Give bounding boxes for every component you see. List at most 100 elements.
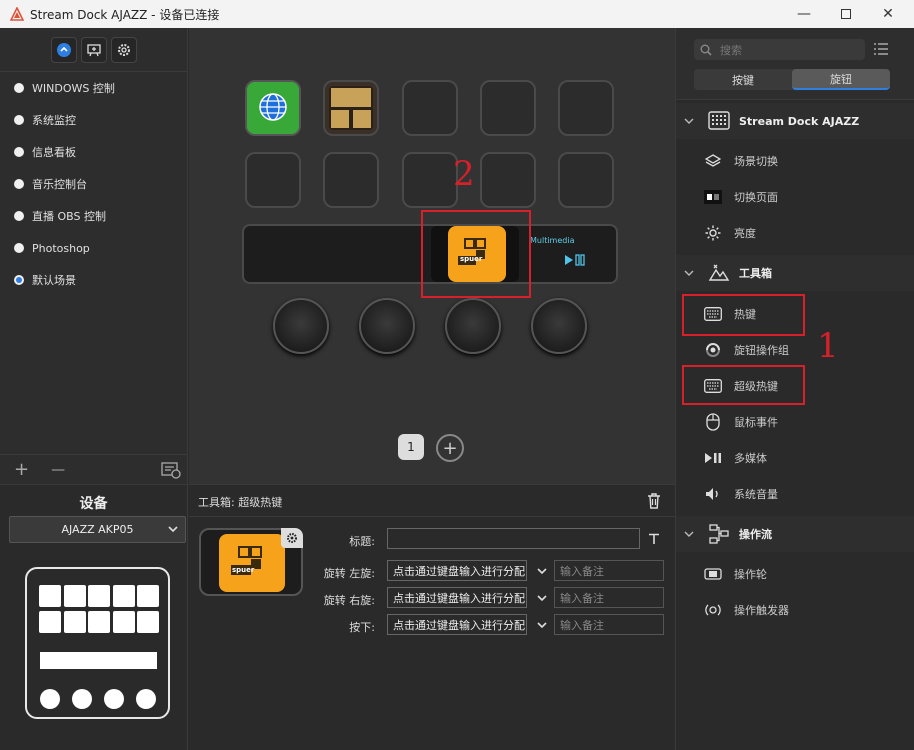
- scene-panel: WINDOWS 控制系统监控 信息看板 音乐控制台直播 OBS 控制 Photosho…: [0, 28, 188, 484]
- close-button[interactable]: ✕: [866, 0, 910, 28]
- rotate-left-note[interactable]: 输入备注: [554, 560, 664, 581]
- rotate-right-note[interactable]: 输入备注: [554, 587, 664, 608]
- scene-item[interactable]: 音乐控制台: [0, 168, 187, 200]
- action-settings-button[interactable]: [281, 528, 303, 548]
- scene-item[interactable]: WINDOWS 控制: [0, 72, 187, 104]
- add-scene-button[interactable]: +: [14, 459, 29, 480]
- action-label: 多媒体: [734, 452, 767, 465]
- device-preview-key: [39, 611, 61, 633]
- device-preview-key: [88, 611, 110, 633]
- trash-icon[interactable]: [647, 493, 661, 509]
- knob-3[interactable]: [445, 298, 501, 354]
- key-slot-1[interactable]: [245, 80, 301, 136]
- chevron-down-icon: [168, 526, 178, 533]
- scene-radio[interactable]: [14, 211, 24, 221]
- layout-icon: [329, 86, 373, 130]
- key-slot-9[interactable]: [480, 152, 536, 208]
- remove-scene-button[interactable]: —: [51, 462, 65, 478]
- press-label: 按下:: [349, 621, 375, 634]
- scene-radio[interactable]: [14, 243, 24, 253]
- scene-item[interactable]: 信息看板: [0, 136, 187, 168]
- key-slot-10[interactable]: [558, 152, 614, 208]
- action-knob-group[interactable]: 旋钮操作组: [676, 332, 914, 368]
- device-preview-knob: [104, 689, 124, 709]
- action-multimedia[interactable]: 多媒体: [676, 440, 914, 476]
- key-slot-8[interactable]: [402, 152, 458, 208]
- action-preview-image: spuer: [219, 534, 285, 592]
- action-scene-switch[interactable]: 场景切换: [676, 143, 914, 179]
- device-preview-key: [112, 611, 135, 633]
- action-operation-wheel[interactable]: 操作轮: [676, 556, 914, 592]
- tab-keys[interactable]: 按键: [694, 69, 792, 90]
- chevron-down-icon[interactable]: [536, 619, 548, 631]
- add-page-button[interactable]: +: [436, 434, 464, 462]
- category-operation-flow[interactable]: 操作流: [676, 516, 914, 552]
- title-input[interactable]: [387, 528, 640, 549]
- action-brightness[interactable]: 亮度: [676, 215, 914, 251]
- knob-4[interactable]: [531, 298, 587, 354]
- text-format-icon[interactable]: [648, 533, 660, 545]
- annotation-box-1a: [682, 294, 805, 336]
- scene-item[interactable]: 直播 OBS 控制: [0, 200, 187, 232]
- globe-icon: [247, 82, 299, 134]
- page-switch-icon: [704, 190, 722, 204]
- device-select[interactable]: AJAZZ AKP05: [9, 516, 186, 543]
- action-system-volume[interactable]: 系统音量: [676, 476, 914, 512]
- rotate-left-hotkey[interactable]: 点击通过键盘输入进行分配: [387, 560, 527, 581]
- search-input[interactable]: 搜索: [694, 39, 865, 60]
- list-view-icon[interactable]: [874, 43, 888, 55]
- knob-1[interactable]: [273, 298, 329, 354]
- press-hotkey[interactable]: 点击通过键盘输入进行分配: [387, 614, 527, 635]
- key-slot-4[interactable]: [480, 80, 536, 136]
- scene-radio[interactable]: [14, 147, 24, 157]
- rotate-right-hotkey[interactable]: 点击通过键盘输入进行分配: [387, 587, 527, 608]
- category-stream-dock[interactable]: Stream Dock AJAZZ: [676, 103, 914, 139]
- scene-tab-home[interactable]: [50, 36, 77, 63]
- maximize-button[interactable]: [824, 0, 868, 28]
- device-preview-key: [39, 585, 61, 607]
- annotation-number-1: 1: [817, 326, 839, 366]
- key-slot-2[interactable]: [323, 80, 379, 136]
- minimize-button[interactable]: —: [782, 0, 826, 28]
- play-pause-icon: [705, 453, 721, 463]
- device-select-value: AJAZZ AKP05: [61, 523, 134, 536]
- rotate-right-label: 旋转 右旋:: [323, 594, 375, 607]
- action-mouse-event[interactable]: 鼠标事件: [676, 404, 914, 440]
- chevron-down-icon[interactable]: [536, 565, 548, 577]
- scene-tab-store[interactable]: [80, 36, 107, 63]
- chevron-down-icon: [684, 531, 694, 537]
- properties-divider: [189, 516, 675, 517]
- key-slot-5[interactable]: [558, 80, 614, 136]
- page-1-button[interactable]: 1: [398, 434, 424, 460]
- scene-label: 直播 OBS 控制: [32, 210, 106, 223]
- device-preview-key: [137, 585, 159, 607]
- scene-item[interactable]: 默认场景: [0, 264, 187, 296]
- layers-icon: [705, 154, 721, 167]
- scene-radio[interactable]: [14, 179, 24, 189]
- chevron-down-icon[interactable]: [536, 592, 548, 604]
- super-hotkey-preview-label: spuer: [232, 566, 255, 574]
- press-note[interactable]: 输入备注: [554, 614, 664, 635]
- scene-radio[interactable]: [14, 275, 24, 285]
- action-panel: 搜索 按键 旋钮 Stream Dock AJAZZ 场景切换 切换页面 亮度: [675, 28, 914, 750]
- super-hotkey-preview-icon: [231, 546, 262, 575]
- scene-radio[interactable]: [14, 83, 24, 93]
- title-bar: Stream Dock AJAZZ - 设备已连接 — ✕: [0, 0, 914, 28]
- key-slot-3[interactable]: [402, 80, 458, 136]
- scene-list: WINDOWS 控制系统监控 信息看板 音乐控制台直播 OBS 控制 Photosho…: [0, 72, 187, 296]
- scene-item[interactable]: Photoshop: [0, 232, 187, 264]
- category-toolbox[interactable]: 工具箱: [676, 255, 914, 291]
- scene-tab-settings[interactable]: [110, 36, 137, 63]
- scene-item[interactable]: 系统监控: [0, 104, 187, 136]
- action-operation-trigger[interactable]: 操作触发器: [676, 592, 914, 628]
- app-logo-icon: [10, 7, 24, 21]
- scene-label: WINDOWS 控制: [32, 82, 115, 95]
- key-slot-7[interactable]: [323, 152, 379, 208]
- scene-config-icon[interactable]: [161, 461, 181, 479]
- scene-radio[interactable]: [14, 115, 24, 125]
- knob-2[interactable]: [359, 298, 415, 354]
- action-switch-page[interactable]: 切换页面: [676, 179, 914, 215]
- key-slot-6[interactable]: [245, 152, 301, 208]
- action-preview[interactable]: spuer: [199, 528, 303, 596]
- tab-knobs[interactable]: 旋钮: [792, 69, 890, 90]
